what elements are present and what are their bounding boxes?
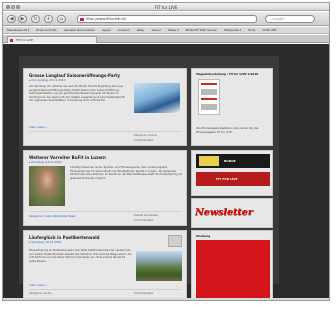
bookmark-item[interactable]: eBay [137, 28, 145, 32]
tab-label: FIT fur LIVE [16, 38, 34, 42]
bookmark-item[interactable]: Aktuelle Nachrichten [64, 28, 95, 32]
browser-window: FIT fur LIVE ◀ ▶ ↻ + ⌂ http://www.fitfur… [2, 2, 330, 301]
tab-active[interactable]: FIT fur LIVE [7, 36, 97, 43]
ad-image[interactable] [196, 240, 270, 300]
cover-block [201, 104, 217, 110]
navigation-toolbar: ◀ ▶ ↻ + ⌂ http://www.fitfurlife.ch/ Goog… [3, 12, 329, 26]
ad-box: Werbung [191, 230, 273, 300]
cover-block [201, 89, 217, 95]
article-card: Grosse Langlauf Saisoneröffnungs-Party ▸… [23, 68, 187, 146]
comments-link[interactable]: 0 Kommentare [134, 292, 153, 295]
bookmark-item[interactable]: Yahoo! [151, 28, 161, 32]
title-bar: FIT fur LIVE [3, 3, 329, 11]
bookmark-item[interactable]: VOM LIFE [262, 28, 276, 32]
banner-graphic [199, 156, 219, 166]
banner-ad[interactable]: FIT FUR LIVE [196, 172, 270, 186]
article-image[interactable] [134, 83, 180, 113]
bookmark-item[interactable]: Erste Schritte [36, 28, 56, 32]
comments-link[interactable]: 0 Kommentare [134, 219, 153, 222]
cover-band [201, 98, 217, 100]
search-field[interactable]: Google [265, 15, 315, 23]
article-image[interactable] [29, 166, 65, 206]
divider [29, 289, 181, 290]
category-link[interactable]: Kategorie: Luzern/Zentralschweiz [29, 214, 76, 218]
cover-band [201, 83, 217, 85]
tab-favicon-icon [10, 38, 13, 42]
reload-button[interactable]: ↻ [31, 15, 40, 23]
divider [29, 131, 181, 132]
home-button[interactable]: ⌂ [57, 15, 66, 23]
bookmarks-bar: Meistbesucht ▾ Erste Schritte Aktuelle N… [3, 27, 329, 34]
article-text: Fitnesstraining im Puellbertenwald. Der … [29, 249, 132, 263]
tab-strip: FIT fur LIVE [3, 35, 329, 43]
read-more-link[interactable]: mehr lesen » [29, 125, 47, 129]
magazine-title: Magazinbestellung / Fit fur LIVE 1/2010 [196, 72, 259, 76]
article-category: Kategorie: Laufen [29, 292, 53, 295]
magazine-caption: Ihre Printausgabe bestellen. Abonnieren … [196, 127, 259, 134]
back-button[interactable]: ◀ [7, 15, 16, 23]
bookmark-item[interactable]: MUSCOF Web Server [186, 28, 217, 32]
address-bar[interactable]: http://www.fitfurlife.ch/ [77, 15, 257, 23]
article-card: Läuferglück in Puellbertenwald ▸ Samstag… [23, 230, 187, 300]
address-text: http://www.fitfurlife.ch/ [86, 17, 127, 21]
article-date: ▸ Samstag, 20.11.2010 [29, 240, 62, 244]
banner-label: BUDGE [224, 159, 236, 163]
read-more-link[interactable]: mehr lesen » [29, 283, 47, 287]
bookmark-item[interactable]: Wikipedia ▾ [224, 28, 241, 32]
article-updated: Zuletzt aktualisiert [134, 214, 159, 217]
forward-button[interactable]: ▶ [18, 15, 27, 23]
article-text: Am Samstag, 27. Oktober lanciert die Win… [29, 85, 125, 103]
bookmark-item[interactable]: News ▾ [168, 28, 179, 32]
bookmark-item[interactable]: Meistbesucht ▾ [7, 28, 29, 32]
search-placeholder: Google [272, 17, 285, 21]
article-text: Christoph Bauman ist ein Sportler und Fi… [70, 166, 182, 180]
article-image[interactable] [136, 251, 182, 281]
magazine-box: Magazinbestellung / Fit fur LIVE 1/2010 … [191, 68, 273, 146]
newsletter-box: Newsletter [191, 198, 273, 228]
newsletter-link[interactable]: Newsletter [195, 207, 253, 218]
banner-label: FIT FUR LIVE [216, 177, 238, 181]
article-date: ▸ Dienstag, 23.11.2010 [29, 160, 62, 164]
article-card: Weiterer Vorreiter BuFit in Luzern ▸ Die… [23, 150, 187, 226]
magazine-cover[interactable] [198, 79, 220, 115]
ad-title: Werbung [196, 234, 211, 238]
article-category: Kategorie: Events [134, 134, 157, 137]
banner-box: BUDGE FIT FUR LIVE [191, 150, 273, 196]
web-page: Grosse Langlauf Saisoneröffnungs-Party ▸… [3, 44, 329, 300]
bookmark-item[interactable]: Amazon [118, 28, 130, 32]
author-thumbnail [168, 235, 182, 247]
bookmark-item[interactable]: Apple [102, 28, 111, 32]
comments-link[interactable]: 0 Kommentare [134, 139, 153, 142]
bookmark-item[interactable]: Tools [248, 28, 255, 32]
window-title: FIT fur LIVE [154, 4, 178, 10]
add-bookmark-button[interactable]: + [44, 15, 53, 23]
status-bar [3, 298, 329, 300]
banner-ad[interactable]: BUDGE [196, 154, 270, 168]
site-favicon-icon [80, 17, 84, 21]
article-date: ▸ Donnerstag, 25.11.2010 [29, 78, 66, 82]
divider [29, 211, 181, 212]
